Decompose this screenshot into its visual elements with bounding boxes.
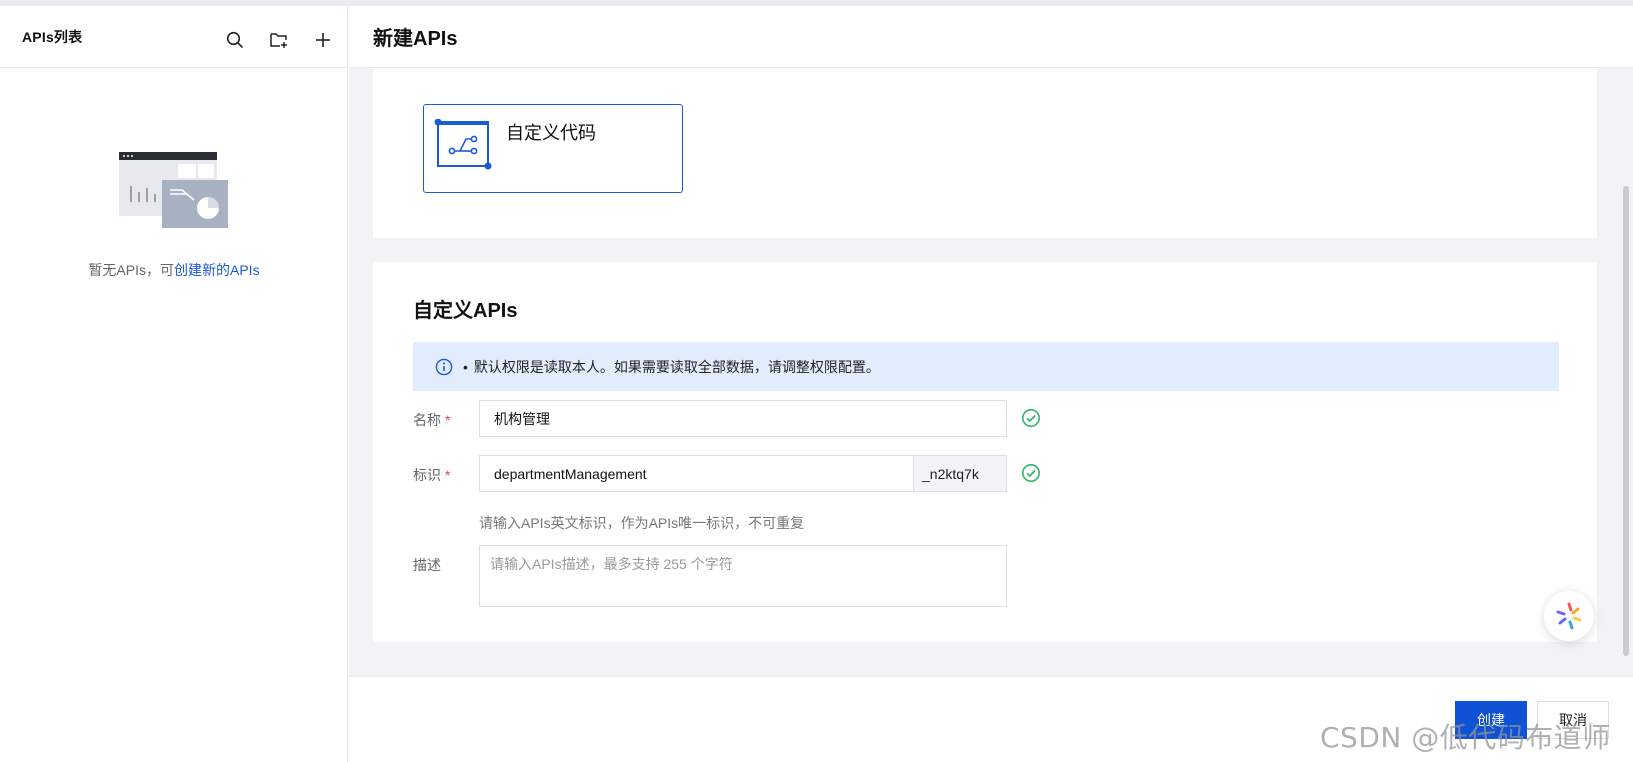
assistant-icon xyxy=(1556,602,1582,630)
identifier-label-text: 标识 xyxy=(413,467,441,483)
plus-icon xyxy=(316,33,330,47)
identifier-label: 标识 * xyxy=(413,455,479,485)
identifier-hint: 请输入APIs英文标识，作为APIs唯一标识，不可重复 xyxy=(479,515,805,531)
check-circle-icon xyxy=(1022,464,1040,482)
api-form-card: 自定义APIs • 默认权限是读取本人。如果需要读取全部数据，请调整权限配置。 … xyxy=(373,262,1597,642)
page-title: 新建APIs xyxy=(373,28,458,50)
notice-bullet: • xyxy=(463,358,468,375)
identifier-input[interactable]: departmentManagement xyxy=(480,456,913,491)
empty-state-illustration xyxy=(119,152,228,228)
description-label: 描述 xyxy=(413,557,441,573)
description-textarea[interactable]: 请输入APIs描述，最多支持 255 个字符 xyxy=(479,545,1007,607)
notice-text: 默认权限是读取本人。如果需要读取全部数据，请调整权限配置。 xyxy=(473,358,880,375)
custom-code-label: 自定义代码 xyxy=(506,123,596,143)
sidebar: APIs列表 暂无APIs，可创建新的APIs xyxy=(0,6,348,762)
assistant-button[interactable] xyxy=(1544,591,1594,641)
new-folder-icon xyxy=(270,33,287,48)
sidebar-actions xyxy=(219,24,339,56)
section-title: 自定义APIs xyxy=(413,300,518,322)
sidebar-header: APIs列表 xyxy=(0,6,347,68)
name-input[interactable]: 机构管理 xyxy=(479,400,1007,437)
custom-code-icon xyxy=(434,119,492,170)
info-icon xyxy=(435,358,453,375)
description-row: 描述 请输入APIs描述，最多支持 255 个字符 xyxy=(413,545,1007,607)
main-panel: 新建APIs 自定义代码 自定义APIs • 默认权限是读取本人。如果需要读取全… xyxy=(349,6,1633,762)
identifier-input-group: departmentManagement _n2ktq7k xyxy=(479,455,1007,492)
name-label-text: 名称 xyxy=(413,412,441,428)
main-header: 新建APIs xyxy=(349,6,1633,68)
create-api-link[interactable]: 创建新的APIs xyxy=(174,262,260,278)
check-circle-icon xyxy=(1022,409,1040,427)
new-folder-button[interactable] xyxy=(263,24,295,56)
permission-notice: • 默认权限是读取本人。如果需要读取全部数据，请调整权限配置。 xyxy=(413,342,1559,391)
scrollbar[interactable] xyxy=(1623,186,1629,656)
empty-message-text: 暂无APIs，可 xyxy=(88,262,174,278)
required-mark: * xyxy=(445,412,451,428)
identifier-row: 标识 * departmentManagement _n2ktq7k xyxy=(413,455,1041,492)
add-api-button[interactable] xyxy=(307,24,339,56)
empty-state: 暂无APIs，可创建新的APIs xyxy=(0,146,348,280)
search-button[interactable] xyxy=(219,24,251,56)
required-mark: * xyxy=(445,467,451,483)
identifier-suffix: _n2ktq7k xyxy=(913,456,1006,491)
type-selection-card: 自定义代码 xyxy=(373,68,1597,238)
custom-code-option[interactable]: 自定义代码 xyxy=(423,104,683,193)
name-label: 名称 * xyxy=(413,400,479,430)
name-row: 名称 * 机构管理 xyxy=(413,400,1041,437)
empty-message: 暂无APIs，可创建新的APIs xyxy=(0,260,348,280)
sidebar-title: APIs列表 xyxy=(22,28,83,45)
search-icon xyxy=(226,31,243,48)
watermark: CSDN @低代码布道师 xyxy=(1320,721,1611,754)
